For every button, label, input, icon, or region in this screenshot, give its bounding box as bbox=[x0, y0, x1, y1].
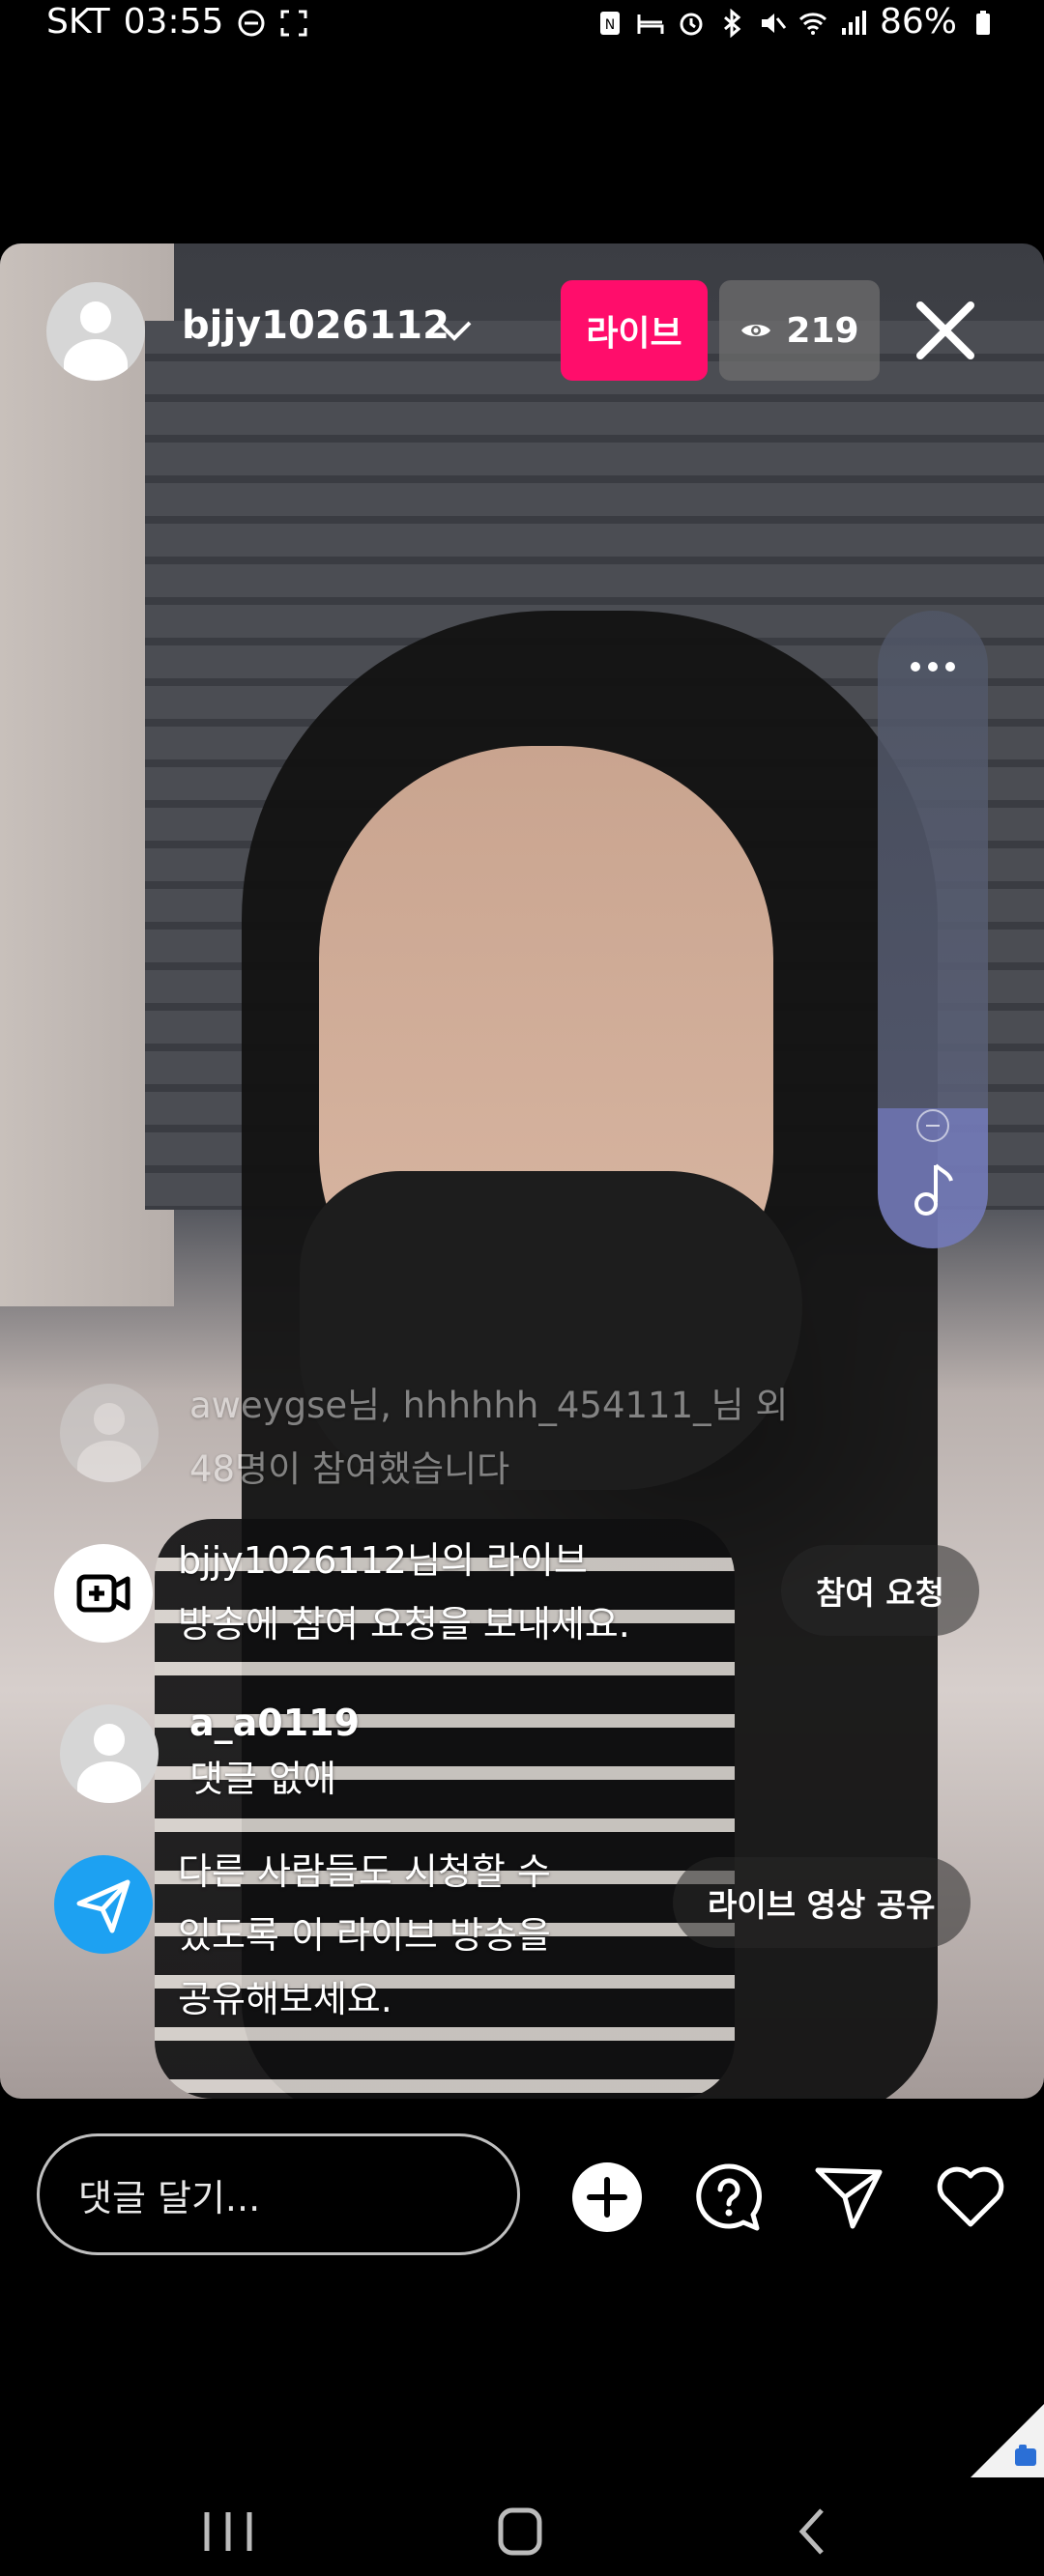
send-icon[interactable] bbox=[812, 2161, 885, 2234]
question-icon[interactable] bbox=[692, 2161, 766, 2234]
comment-text: 댓글 없애 bbox=[189, 1758, 336, 1800]
battery-percent: 86% bbox=[879, 1, 957, 42]
joined-notice-line1: aweygse님, hhhhhh_454111_님 외 bbox=[189, 1385, 789, 1426]
screen-capture-icon bbox=[279, 7, 308, 37]
signal-icon bbox=[839, 7, 868, 36]
share-live-button[interactable]: 라이브 영상 공유 bbox=[673, 1857, 971, 1948]
status-bar: SKT 03:55 N 86% bbox=[0, 0, 1044, 43]
system-nav-bar bbox=[0, 2503, 1044, 2576]
recent-apps-icon[interactable] bbox=[189, 2503, 267, 2561]
eye-icon bbox=[741, 325, 771, 336]
live-badge: 라이브 bbox=[561, 280, 708, 381]
back-icon[interactable] bbox=[773, 2503, 851, 2561]
comment-input[interactable]: 댓글 달기... bbox=[37, 2133, 520, 2255]
join-request-line1: bjjy1026112님의 라이브 bbox=[178, 1539, 588, 1582]
add-icon[interactable] bbox=[570, 2161, 644, 2234]
clock: 03:55 bbox=[123, 1, 224, 42]
joined-notice-line2: 48명이 참여했습니다 bbox=[189, 1448, 510, 1490]
share-prompt-line3: 공유해보세요. bbox=[178, 1978, 392, 2020]
svg-text:N: N bbox=[605, 17, 615, 33]
bed-icon bbox=[636, 7, 665, 36]
user-comment: a_a0119 댓글 없애 bbox=[189, 1695, 360, 1807]
bluetooth-icon bbox=[717, 7, 746, 39]
mute-icon bbox=[758, 7, 787, 36]
carrier-label: SKT bbox=[46, 1, 110, 42]
effects-side-panel[interactable] bbox=[878, 611, 988, 1248]
chevron-down-icon[interactable] bbox=[433, 311, 476, 350]
minus-icon[interactable] bbox=[916, 1109, 949, 1142]
viewer-count: 219 bbox=[786, 310, 859, 351]
minus-circle-icon bbox=[237, 7, 266, 37]
viewer-count-badge[interactable]: 219 bbox=[719, 280, 880, 381]
joined-notice: aweygse님, hhhhhh_454111_님 외 48명이 참여했습니다 bbox=[189, 1374, 788, 1502]
join-request-badge bbox=[54, 1544, 153, 1643]
heart-icon[interactable] bbox=[934, 2161, 1007, 2234]
close-icon[interactable] bbox=[913, 298, 978, 363]
alarm-icon bbox=[677, 7, 706, 36]
send-icon bbox=[76, 1879, 130, 1933]
battery-icon bbox=[969, 7, 998, 36]
share-prompt-line1: 다른 사람들도 시청할 수 bbox=[178, 1850, 551, 1893]
nfc-icon: N bbox=[595, 7, 624, 36]
live-overlay: bjjy1026112 라이브 219 aweygse님, hhhhhh_454… bbox=[0, 243, 1044, 2099]
comment-avatar bbox=[60, 1384, 159, 1482]
floating-widget-icon[interactable] bbox=[971, 2404, 1044, 2477]
request-join-button[interactable]: 참여 요청 bbox=[781, 1545, 979, 1636]
commenter-avatar[interactable] bbox=[60, 1704, 159, 1803]
wifi-icon bbox=[798, 7, 827, 36]
broadcaster-avatar[interactable] bbox=[46, 282, 145, 381]
broadcaster-username[interactable]: bjjy1026112 bbox=[182, 303, 450, 348]
more-options-icon[interactable] bbox=[878, 647, 988, 686]
music-note-icon[interactable] bbox=[911, 1161, 955, 1219]
commenter-username[interactable]: a_a0119 bbox=[189, 1695, 360, 1751]
share-badge bbox=[54, 1855, 153, 1954]
share-prompt-text: 다른 사람들도 시청할 수 있도록 이 라이브 방송을 공유해보세요. bbox=[178, 1840, 551, 2031]
video-camera-plus-icon bbox=[76, 1574, 130, 1613]
join-request-text: bjjy1026112님의 라이브 방송에 참여 요청을 보내세요. bbox=[178, 1529, 630, 1656]
home-icon[interactable] bbox=[481, 2503, 559, 2561]
join-request-line2: 방송에 참여 요청을 보내세요. bbox=[178, 1603, 630, 1646]
share-prompt-line2: 있도록 이 라이브 방송을 bbox=[178, 1914, 551, 1957]
